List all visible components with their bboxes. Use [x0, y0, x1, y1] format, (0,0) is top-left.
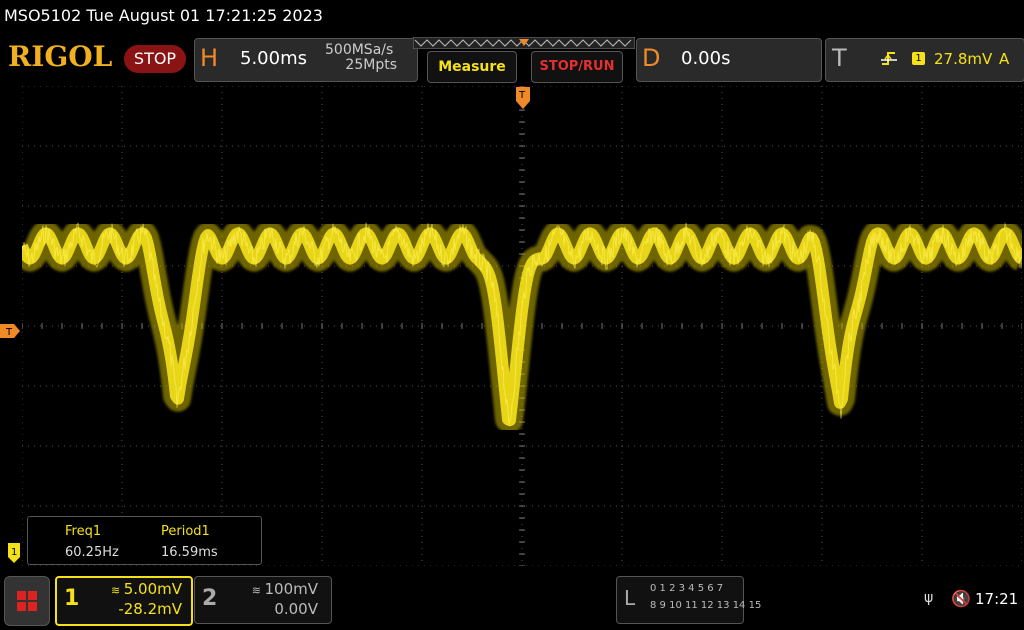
rigol-logo: RIGOL — [8, 40, 113, 73]
trigger-level-marker[interactable]: T — [0, 324, 22, 338]
channel2-number: 2 — [202, 586, 218, 611]
measurement-label: Freq1 — [65, 524, 102, 539]
channel1-scale: ≋ 5.00mV — [92, 580, 182, 598]
trigger-label: T — [832, 44, 847, 72]
measurement-panel[interactable] — [27, 516, 262, 565]
memory-depth: 25Mpts — [345, 57, 397, 73]
time-per-division: 5.00ms — [240, 48, 307, 69]
waveform-navigation-strip[interactable] — [413, 37, 635, 49]
grid-menu-icon[interactable] — [4, 576, 50, 626]
measure-button[interactable]: Measure — [427, 51, 517, 83]
measurement-label: Period1 — [161, 524, 210, 539]
measurement-value: 16.59ms — [161, 545, 218, 560]
channel1-scale-text: 5.00mV — [123, 580, 182, 598]
logic-channels-row1: 0 1 2 3 4 5 6 7 — [650, 583, 724, 594]
channel1-offset-marker[interactable]: 1 — [8, 543, 22, 563]
channel1-number: 1 — [64, 586, 80, 611]
delay-label: D — [642, 44, 661, 72]
channel1-offset: -28.2mV — [118, 600, 182, 618]
run-state-badge[interactable]: STOP — [124, 45, 186, 73]
trigger-position-marker[interactable]: T — [516, 87, 530, 111]
device-title: MSO5102 Tue August 01 17:21:25 2023 — [4, 6, 323, 25]
clock: 17:21 — [975, 590, 1019, 608]
channel1-offset-marker-text: 1 — [11, 547, 17, 558]
dc-coupling-icon: ≋ — [111, 584, 124, 597]
logic-channels-row2: 8 9 10 11 12 13 14 15 — [650, 600, 762, 611]
waveform-display[interactable] — [22, 86, 1022, 566]
delay-value: 0.00s — [681, 48, 731, 69]
sample-rate: 500MSa/s — [325, 42, 394, 58]
logic-analyzer-label: L — [624, 586, 636, 610]
usb-icon[interactable]: ψ — [924, 590, 933, 606]
measurement-value: 60.25Hz — [65, 545, 119, 560]
trigger-mode: A — [999, 50, 1010, 68]
trigger-level-marker-text: T — [5, 327, 13, 338]
trigger-position-marker-text: T — [518, 90, 526, 101]
channel2-scale-text: 100mV — [264, 580, 318, 598]
trigger-source-badge: 1 — [912, 52, 925, 65]
dc-coupling-icon: ≋ — [251, 584, 265, 597]
stop-run-button[interactable]: STOP/RUN — [531, 51, 623, 83]
trigger-level: 27.8mV — [934, 50, 993, 68]
horizontal-label: H — [200, 44, 219, 72]
speaker-muted-icon[interactable]: 🔇 — [951, 589, 971, 608]
channel2-offset: 0.00V — [274, 600, 318, 618]
rising-edge-icon — [881, 52, 897, 65]
channel2-scale: ≋ 100mV — [228, 580, 318, 598]
